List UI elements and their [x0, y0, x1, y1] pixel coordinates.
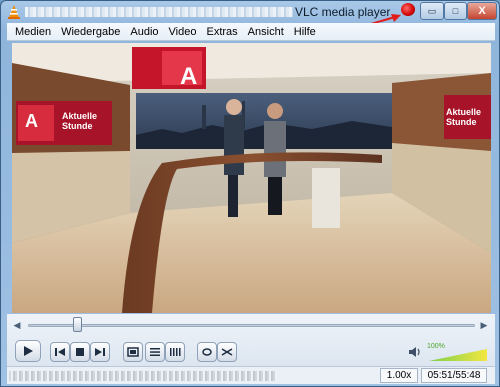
- menu-ansicht[interactable]: Ansicht: [243, 26, 289, 38]
- playlist-button[interactable]: [145, 342, 165, 362]
- previous-icon: [55, 348, 65, 356]
- fullscreen-button[interactable]: [123, 342, 143, 362]
- minimize-button[interactable]: ▭: [420, 2, 444, 20]
- title-redacted: [25, 7, 293, 17]
- loop-icon: [202, 348, 212, 356]
- seek-slider[interactable]: [28, 324, 475, 327]
- shuffle-button[interactable]: [217, 342, 237, 362]
- close-button[interactable]: X: [467, 2, 497, 20]
- status-redacted: [9, 371, 277, 381]
- play-icon: [24, 346, 33, 356]
- channel-letter-left: A: [25, 111, 38, 131]
- maximize-icon: □: [452, 6, 459, 16]
- play-button[interactable]: [15, 340, 41, 362]
- menu-extras[interactable]: Extras: [201, 26, 242, 38]
- screen-label-right: Aktuelle Stunde: [446, 107, 482, 127]
- stop-button[interactable]: [70, 342, 90, 362]
- volume-speaker-icon[interactable]: [408, 345, 422, 359]
- vlc-window: VLC media player ▭ □ X Medien Wiedergabe…: [0, 0, 500, 387]
- seek-back-icon[interactable]: ◀: [12, 319, 22, 331]
- title-bar[interactable]: VLC media player ▭ □ X: [1, 1, 499, 23]
- next-icon: [95, 348, 105, 356]
- playback-time[interactable]: 05:51/55:48: [421, 368, 487, 383]
- extended-settings-button[interactable]: [165, 342, 185, 362]
- vlc-cone-icon: [8, 5, 20, 19]
- shuffle-icon: [221, 348, 233, 356]
- presenter-right: [264, 121, 286, 177]
- channel-watermark: WDR: [82, 61, 102, 70]
- close-icon: X: [478, 5, 486, 17]
- equalizer-icon: [170, 348, 181, 356]
- stop-icon: [76, 348, 84, 356]
- seek-forward-icon[interactable]: ▶: [479, 319, 489, 331]
- seek-handle[interactable]: [73, 317, 83, 332]
- previous-button[interactable]: [50, 342, 70, 362]
- next-button[interactable]: [90, 342, 110, 362]
- menu-audio[interactable]: Audio: [125, 26, 163, 38]
- menu-wiedergabe[interactable]: Wiedergabe: [56, 26, 125, 38]
- menu-bar: Medien Wiedergabe Audio Video Extras Ans…: [7, 23, 495, 41]
- minimize-icon: ▭: [427, 5, 437, 16]
- channel-letter-top: A: [180, 63, 198, 90]
- video-surface[interactable]: A A Aktuelle Stunde Aktuelle Stunde WDR: [12, 43, 491, 313]
- presenter-left: [224, 115, 244, 175]
- playback-controls: ◀ ▶ 100%: [7, 314, 495, 366]
- fullscreen-icon: [127, 347, 139, 357]
- playlist-icon: [150, 348, 160, 356]
- loop-button[interactable]: [197, 342, 217, 362]
- menu-hilfe[interactable]: Hilfe: [289, 26, 321, 38]
- volume-slider[interactable]: [429, 349, 487, 361]
- menu-medien[interactable]: Medien: [10, 26, 56, 38]
- status-bar: 1.00x 05:51/55:48: [7, 366, 495, 384]
- menu-video[interactable]: Video: [164, 26, 202, 38]
- maximize-button[interactable]: □: [444, 2, 467, 20]
- news-studio-frame: [12, 43, 491, 313]
- screen-label-left: Aktuelle Stunde: [62, 111, 98, 131]
- playback-speed[interactable]: 1.00x: [380, 368, 418, 383]
